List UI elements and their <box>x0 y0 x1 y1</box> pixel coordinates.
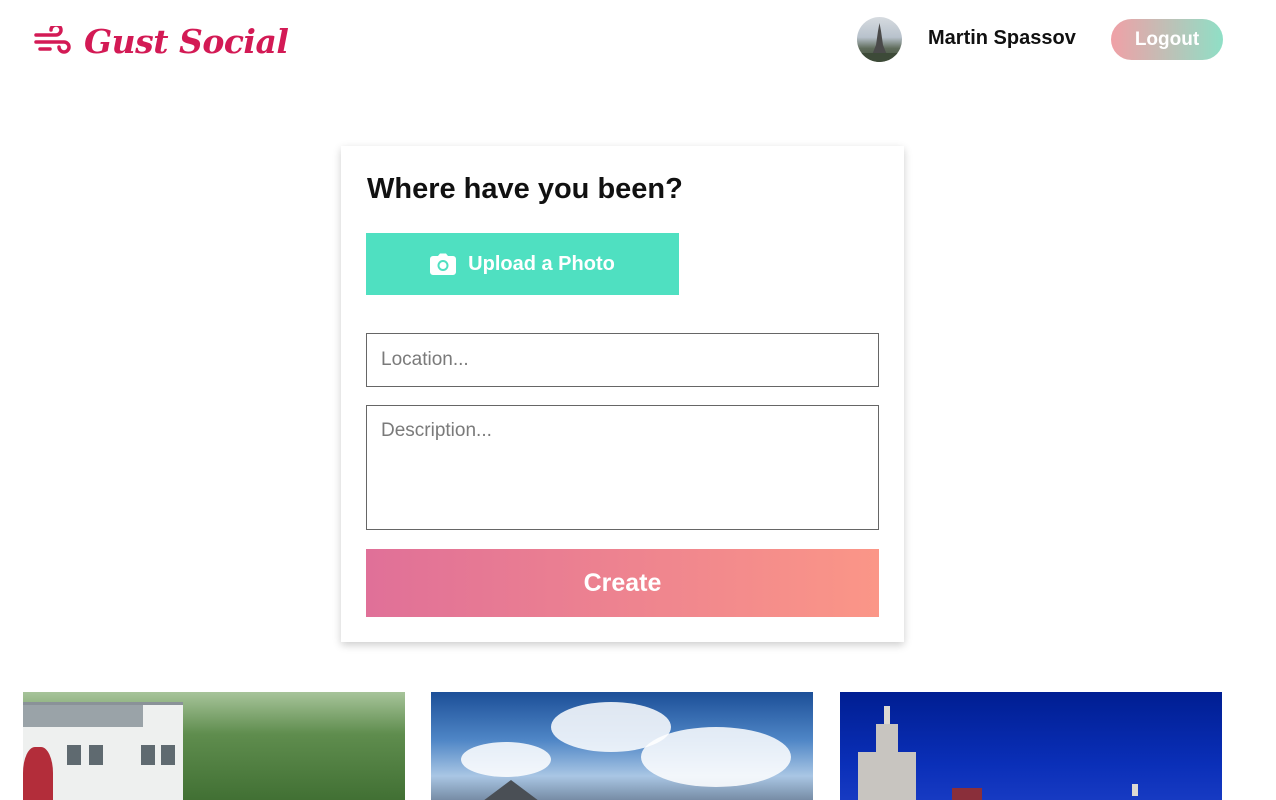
upload-photo-button[interactable]: Upload a Photo <box>366 233 679 295</box>
post-photo-city[interactable] <box>840 692 1222 800</box>
post-photo-house[interactable] <box>23 692 405 800</box>
form-title: Where have you been? <box>367 173 683 205</box>
user-name[interactable]: Martin Spassov <box>928 27 1076 50</box>
description-input[interactable] <box>366 405 879 530</box>
create-post-card: Where have you been? Upload a Photo Crea… <box>341 146 904 642</box>
location-input[interactable] <box>366 333 879 387</box>
camera-icon <box>430 253 457 275</box>
avatar-image <box>857 23 902 62</box>
top-header: Gust Social Martin Spassov Logout <box>0 0 1276 80</box>
user-avatar[interactable] <box>857 17 902 62</box>
create-button[interactable]: Create <box>366 549 879 617</box>
brand-name: Gust Social <box>84 21 289 61</box>
post-photo-mountains[interactable] <box>431 692 813 800</box>
wind-icon <box>34 26 71 54</box>
brand-logo[interactable]: Gust Social <box>34 16 289 66</box>
upload-photo-label: Upload a Photo <box>468 252 615 275</box>
logout-button[interactable]: Logout <box>1111 19 1223 60</box>
